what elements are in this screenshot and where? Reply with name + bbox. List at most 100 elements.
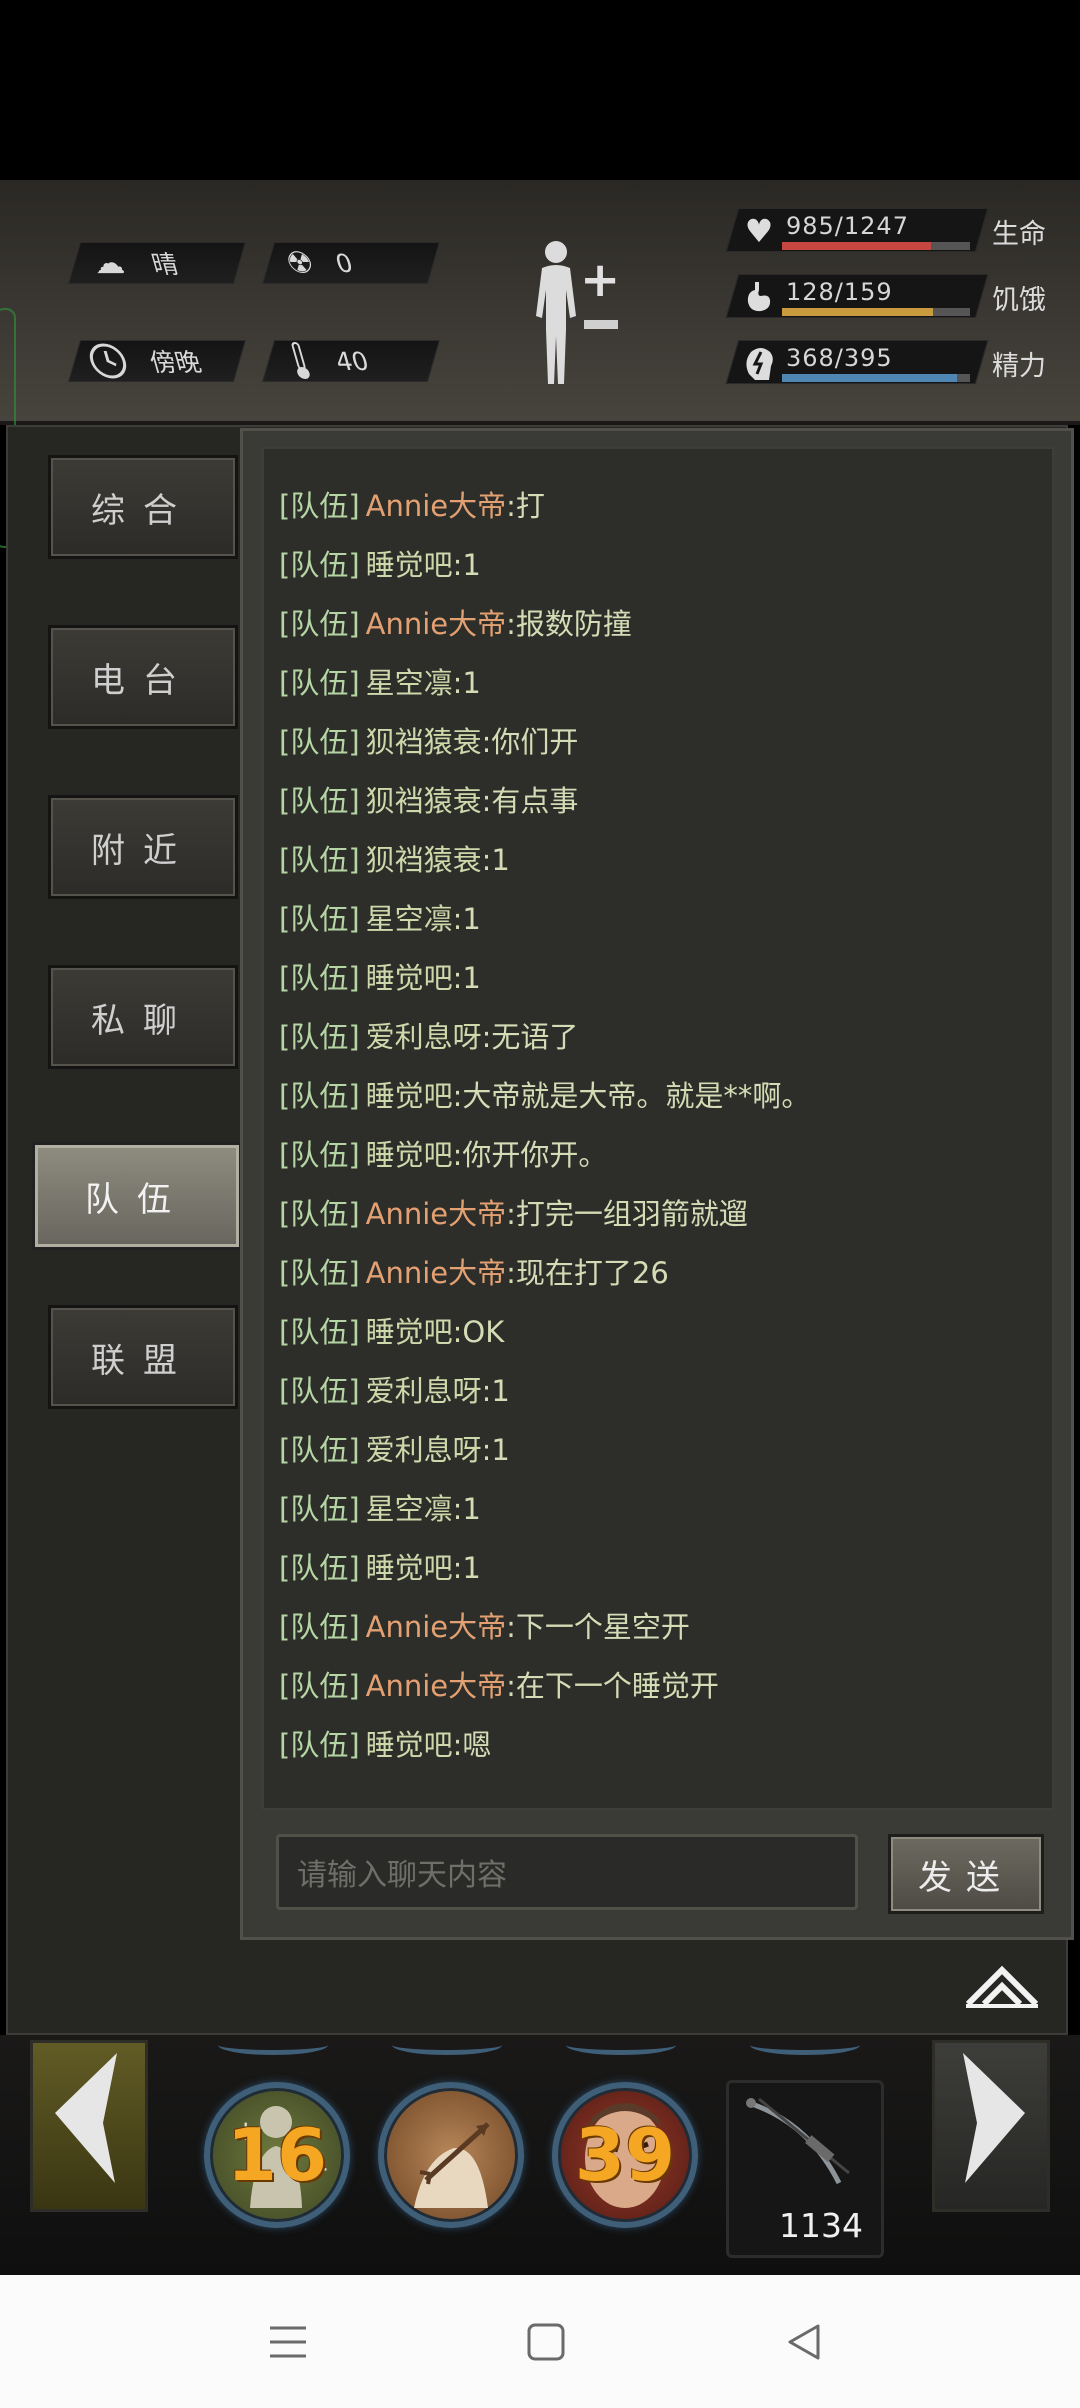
ammo-count: 1134 [779, 2206, 863, 2245]
skill-heal-button[interactable]: + + 16 [204, 2082, 350, 2228]
chat-sender[interactable]: 狈裆猿衰 [366, 784, 482, 818]
chat-text: :在下一个睡觉开 [506, 1669, 719, 1703]
tab-private[interactable]: 私聊 [48, 965, 238, 1069]
chat-sender[interactable]: 星空凛 [366, 902, 453, 936]
chat-text: :1 [481, 843, 510, 877]
chat-message: [队伍] 爱利息呀:无语了 [264, 1018, 1052, 1077]
chat-channel-tag: [队伍] [279, 1551, 360, 1585]
chat-channel-tag: [队伍] [279, 1020, 360, 1054]
skill-rage-count: 39 [574, 2113, 676, 2197]
energy-bar [782, 374, 970, 382]
tab-team[interactable]: 队伍 [32, 1142, 242, 1250]
chat-sender[interactable]: 爱利息呀 [366, 1374, 482, 1408]
tab-nearby[interactable]: 附近 [48, 795, 238, 899]
chat-sender[interactable]: 爱利息呀 [366, 1020, 482, 1054]
chat-channel-tag: [队伍] [279, 902, 360, 936]
chat-message: [队伍] Annie大帝:下一个星空开 [264, 1608, 1052, 1667]
chat-sender[interactable]: 星空凛 [366, 1492, 453, 1526]
chat-sender[interactable]: Annie大帝 [366, 1669, 507, 1703]
chat-message: [队伍] 狈裆猿衰:有点事 [264, 782, 1052, 841]
chat-message: [队伍] 睡觉吧:大帝就是大帝。就是**啊。 [264, 1077, 1052, 1136]
tab-alliance[interactable]: 联盟 [48, 1305, 238, 1409]
prev-page-button[interactable] [30, 2040, 148, 2212]
chat-channel-tag: [队伍] [279, 1669, 360, 1703]
hunger-stat: 128/159 饥饿 [720, 270, 1070, 320]
chat-sender[interactable]: Annie大帝 [366, 607, 507, 641]
plus-icon[interactable]: + [580, 252, 620, 308]
chat-sender[interactable]: 睡觉吧 [366, 1551, 453, 1585]
chat-text: :嗯 [452, 1728, 492, 1762]
hunger-bar [782, 308, 970, 316]
back-triangle-icon[interactable] [774, 2317, 834, 2367]
chat-sender[interactable]: 爱利息呀 [366, 1433, 482, 1467]
chat-message: [队伍] 星空凛:1 [264, 1490, 1052, 1549]
chat-channel-tag: [队伍] [279, 1374, 360, 1408]
chat-channel-tag: [队伍] [279, 1197, 360, 1231]
chat-text: :你开你开。 [452, 1138, 608, 1172]
tab-radio[interactable]: 电台 [48, 625, 238, 729]
chat-channel-tag: [队伍] [279, 725, 360, 759]
crossbow-icon [746, 2097, 850, 2185]
chat-channel-tag: [队伍] [279, 548, 360, 582]
chat-channel-tag: [队伍] [279, 843, 360, 877]
chat-message: [队伍] 睡觉吧:1 [264, 959, 1052, 1018]
chat-channel-tag: [队伍] [279, 1433, 360, 1467]
chat-message: [队伍] 星空凛:1 [264, 664, 1052, 723]
skill-rage-button[interactable]: 39 [552, 2082, 698, 2228]
chat-text: :1 [452, 548, 481, 582]
chat-sender[interactable]: 睡觉吧 [366, 1079, 453, 1113]
chat-text: :打 [506, 489, 545, 523]
chat-channel-tag: [队伍] [279, 1315, 360, 1349]
chat-text: :1 [452, 1492, 481, 1526]
chat-sender[interactable]: 睡觉吧 [366, 1138, 453, 1172]
next-page-button[interactable] [932, 2040, 1050, 2212]
chat-message: [队伍] Annie大帝:报数防撞 [264, 605, 1052, 664]
status-bar-area [0, 0, 1080, 180]
chat-message: [队伍] 狈裆猿衰:1 [264, 841, 1052, 900]
send-button[interactable]: 发送 [888, 1834, 1044, 1914]
collapse-up-icon[interactable] [962, 1960, 1042, 2010]
chat-text: :报数防撞 [506, 607, 632, 641]
skill-ring-partial [392, 2035, 502, 2055]
chat-sender[interactable]: 狈裆猿衰 [366, 725, 482, 759]
equipped-weapon-slot[interactable]: 1134 [726, 2080, 884, 2258]
chat-channel-tag: [队伍] [279, 489, 360, 523]
health-stat: ♥ 985/1247 生命 [720, 204, 1070, 254]
chat-channel-tag: [队伍] [279, 1256, 360, 1290]
chat-message: [队伍] Annie大帝:现在打了26 [264, 1254, 1052, 1313]
menu-icon[interactable] [258, 2317, 318, 2367]
chat-sender[interactable]: Annie大帝 [366, 1610, 507, 1644]
chat-sender[interactable]: Annie大帝 [366, 489, 507, 523]
chat-channel-tag: [队伍] [279, 1728, 360, 1762]
chat-sender[interactable]: Annie大帝 [366, 1197, 507, 1231]
chat-sender[interactable]: Annie大帝 [366, 1256, 507, 1290]
chat-message: [队伍] 爱利息呀:1 [264, 1431, 1052, 1490]
system-nav-bar [0, 2275, 1080, 2408]
chat-message: [队伍] 睡觉吧:OK [264, 1313, 1052, 1372]
chat-text: :1 [481, 1433, 510, 1467]
skill-ring-partial [750, 2035, 860, 2055]
chat-channel-tag: [队伍] [279, 961, 360, 995]
stomach-icon [738, 276, 780, 318]
chat-channel-tag: [队伍] [279, 666, 360, 700]
chat-sender[interactable]: 睡觉吧 [366, 1728, 453, 1762]
skill-arrow-wound-button[interactable] [378, 2082, 524, 2228]
chat-sender[interactable]: 睡觉吧 [366, 548, 453, 582]
home-square-icon[interactable] [516, 2317, 576, 2367]
chat-text: :大帝就是大帝。就是**啊。 [452, 1079, 811, 1113]
minus-icon[interactable] [584, 320, 618, 329]
chat-message: [队伍] Annie大帝:打 [264, 487, 1052, 546]
chat-input[interactable]: 请输入聊天内容 [276, 1834, 858, 1910]
chat-sender[interactable]: 星空凛 [366, 666, 453, 700]
chat-text: :打完一组羽箭就遛 [506, 1197, 748, 1231]
tab-general[interactable]: 综合 [48, 455, 238, 559]
chat-sender[interactable]: 狈裆猿衰 [366, 843, 482, 877]
chat-message: [队伍] 睡觉吧:1 [264, 546, 1052, 605]
chat-text: :无语了 [481, 1020, 579, 1054]
health-bar [782, 242, 970, 250]
chat-sender[interactable]: 睡觉吧 [366, 961, 453, 995]
chat-log[interactable]: [队伍] Annie大帝:打 [队伍] 睡觉吧:1 [队伍] Annie大帝:报数防撞 [队… [262, 447, 1054, 1810]
chat-message: [队伍] 狈裆猿衰:你们开 [264, 723, 1052, 782]
chat-message: [队伍] 睡觉吧:1 [264, 1549, 1052, 1608]
chat-sender[interactable]: 睡觉吧 [366, 1315, 453, 1349]
